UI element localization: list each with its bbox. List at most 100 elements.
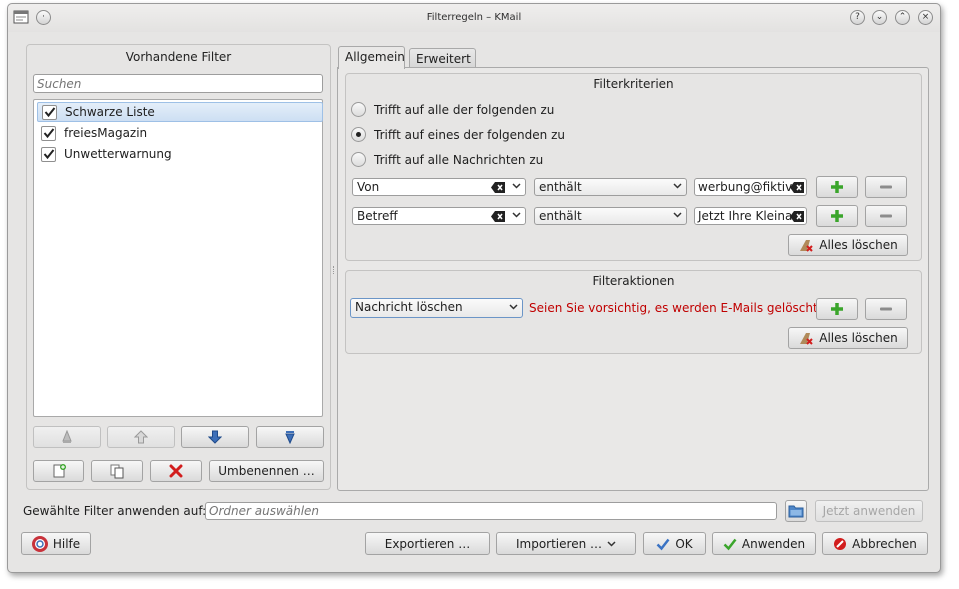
- remove-action-button[interactable]: [865, 298, 907, 320]
- rename-filter-button[interactable]: Umbenennen …: [209, 460, 324, 482]
- apply-filters-label: Gewählte Filter anwenden auf:: [23, 504, 207, 518]
- clear-text-icon[interactable]: [491, 182, 505, 193]
- actions-title: Filteraktionen: [592, 274, 675, 288]
- clear-criteria-label: Alles löschen: [819, 238, 898, 252]
- clear-text-icon[interactable]: [790, 182, 804, 193]
- remove-icon: [880, 214, 892, 218]
- maximize-icon[interactable]: ⌃: [895, 10, 910, 25]
- remove-rule-button-1[interactable]: [865, 176, 907, 198]
- radio-label: Trifft auf alle Nachrichten zu: [374, 152, 544, 167]
- folder-icon: [788, 505, 804, 518]
- checkbox-checked-icon[interactable]: [41, 146, 56, 162]
- rule-operator-value: enthält: [539, 180, 582, 194]
- radio-label: Trifft auf eines der folgenden zu: [374, 127, 565, 142]
- chevron-down-icon: [607, 541, 616, 547]
- cancel-button[interactable]: Abbrechen: [822, 532, 928, 555]
- filter-search-input[interactable]: [33, 74, 323, 93]
- clear-list-icon: [800, 240, 813, 252]
- radio-match-any[interactable]: Trifft auf eines der folgenden zu: [351, 127, 565, 142]
- window-title: Filterregeln – KMail: [426, 12, 522, 23]
- remove-rule-button-2[interactable]: [865, 205, 907, 227]
- radio-match-all-messages[interactable]: Trifft auf alle Nachrichten zu: [351, 152, 543, 167]
- folder-select-input[interactable]: [205, 502, 777, 520]
- chevron-down-icon: [512, 183, 521, 189]
- help-icon[interactable]: ?: [850, 10, 865, 25]
- delete-filter-button[interactable]: [150, 460, 202, 482]
- tab-allgemein[interactable]: Allgemein: [338, 46, 405, 69]
- checkmark-icon: [723, 538, 737, 550]
- rule-value: Jetzt Ihre Kleinar: [698, 209, 798, 223]
- move-bottom-icon: [285, 431, 295, 444]
- splitter-handle[interactable]: [333, 266, 335, 274]
- tab-erweitert[interactable]: Erweitert: [409, 48, 476, 68]
- filter-item-label: freiesMagazin: [64, 126, 148, 140]
- clear-criteria-button[interactable]: Alles löschen: [788, 234, 908, 256]
- help-button[interactable]: Hilfe: [21, 532, 91, 555]
- clear-text-icon[interactable]: [790, 211, 804, 222]
- remove-icon: [880, 307, 892, 311]
- filter-item-schwarze-liste[interactable]: Schwarze Liste: [37, 102, 323, 122]
- copy-filter-button[interactable]: [91, 460, 143, 482]
- action-value: Nachricht löschen: [355, 300, 463, 314]
- export-button[interactable]: Exportieren …: [365, 532, 490, 555]
- filter-list-title: Vorhandene Filter: [125, 50, 232, 64]
- filter-list[interactable]: Schwarze Liste freiesMagazin Unwetterwar…: [33, 99, 323, 417]
- arrow-down-icon: [208, 430, 222, 444]
- minimize-icon[interactable]: ⌄: [872, 10, 887, 25]
- rename-label: Umbenennen …: [218, 464, 315, 478]
- rule-value-input-1[interactable]: werbung@fiktive: [694, 178, 807, 196]
- clear-actions-button[interactable]: Alles löschen: [788, 327, 908, 349]
- close-icon[interactable]: ×: [918, 10, 933, 25]
- arrow-up-icon: [134, 430, 148, 444]
- import-button[interactable]: Importieren …: [496, 532, 636, 555]
- rule-value-input-2[interactable]: Jetzt Ihre Kleinar: [694, 207, 807, 225]
- filter-item-freiesmagazin[interactable]: freiesMagazin: [37, 123, 323, 143]
- delete-warning-text: Seien Sie vorsichtig, es werden E-Mails …: [529, 301, 822, 315]
- rule-operator-combo-1[interactable]: enthält: [534, 178, 687, 196]
- radio-label: Trifft auf alle der folgenden zu: [374, 102, 555, 117]
- checkbox-checked-icon[interactable]: [42, 104, 57, 120]
- apply-label: Anwenden: [741, 536, 806, 551]
- apply-button[interactable]: Anwenden: [712, 532, 816, 555]
- filter-rules-window: · Filterregeln – KMail ? ⌄ ⌃ × Vorhanden…: [7, 3, 941, 573]
- criteria-title: Filterkriterien: [593, 77, 674, 91]
- delete-icon: [169, 464, 183, 478]
- radio-match-all[interactable]: Trifft auf alle der folgenden zu: [351, 102, 554, 117]
- action-combo[interactable]: Nachricht löschen: [350, 298, 523, 318]
- add-action-button[interactable]: [816, 298, 858, 320]
- radio-button-icon[interactable]: [351, 102, 366, 117]
- chevron-down-icon: [509, 304, 518, 310]
- move-up-button[interactable]: [107, 426, 175, 448]
- rule-field-value: Betreff: [357, 209, 398, 223]
- export-label: Exportieren …: [384, 536, 471, 551]
- clear-text-icon[interactable]: [491, 211, 505, 222]
- title-bar: · Filterregeln – KMail ? ⌄ ⌃ ×: [8, 4, 940, 32]
- add-rule-button-1[interactable]: [816, 176, 858, 198]
- chevron-down-icon: [673, 183, 682, 189]
- filter-item-label: Schwarze Liste: [65, 105, 155, 119]
- help-label: Hilfe: [52, 536, 81, 551]
- add-rule-button-2[interactable]: [816, 205, 858, 227]
- move-bottom-button[interactable]: [256, 426, 324, 448]
- rule-operator-combo-2[interactable]: enthält: [534, 207, 687, 225]
- ok-button[interactable]: OK: [643, 532, 706, 555]
- remove-icon: [880, 185, 892, 189]
- help-lifebuoy-icon: [31, 535, 48, 552]
- new-filter-button[interactable]: [33, 460, 84, 482]
- clear-list-icon: [800, 333, 813, 345]
- move-down-button[interactable]: [181, 426, 249, 448]
- apply-now-label: Jetzt anwenden: [822, 504, 916, 518]
- radio-button-selected-icon[interactable]: [351, 127, 366, 142]
- rule-field-combo-2[interactable]: Betreff: [352, 207, 526, 225]
- cancel-label: Abbrechen: [852, 536, 917, 551]
- apply-now-button[interactable]: Jetzt anwenden: [815, 500, 923, 522]
- rule-field-combo-1[interactable]: Von: [352, 178, 526, 196]
- browse-folder-button[interactable]: [785, 500, 807, 522]
- tab-label: Erweitert: [416, 52, 471, 66]
- move-top-button[interactable]: [33, 426, 101, 448]
- rule-field-value: Von: [357, 180, 380, 194]
- filter-item-unwetterwarnung[interactable]: Unwetterwarnung: [37, 144, 323, 164]
- checkbox-checked-icon[interactable]: [41, 125, 56, 141]
- move-top-icon: [62, 430, 72, 443]
- radio-button-icon[interactable]: [351, 152, 366, 167]
